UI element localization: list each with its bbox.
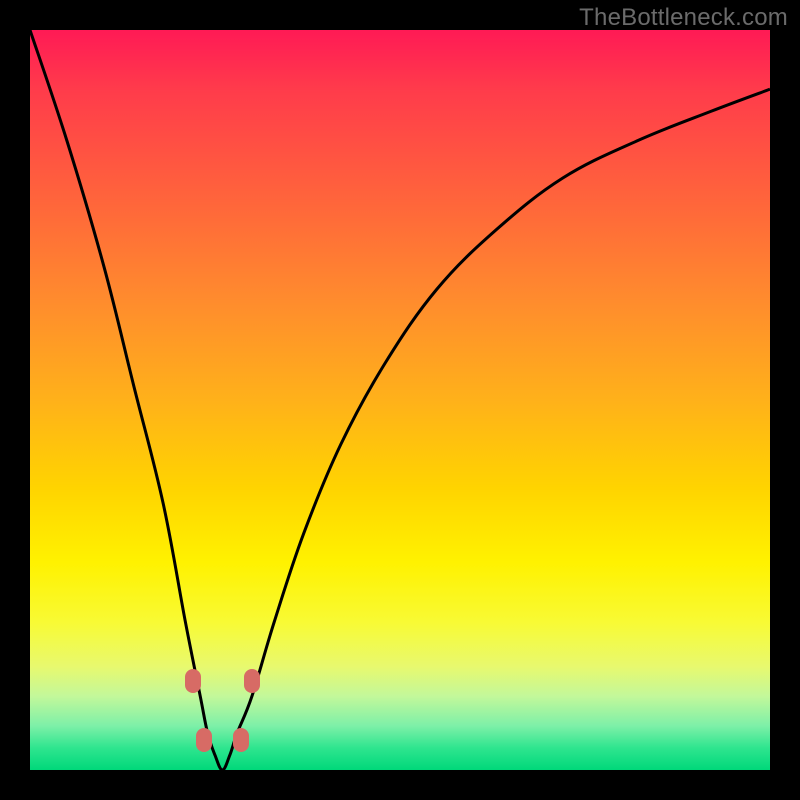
bottleneck-curve (30, 30, 770, 770)
chart-frame: TheBottleneck.com (0, 0, 800, 800)
curve-marker (196, 728, 212, 752)
plot-area (30, 30, 770, 770)
curve-marker (244, 669, 260, 693)
curve-path (30, 30, 770, 770)
curve-marker (233, 728, 249, 752)
attribution-label: TheBottleneck.com (579, 4, 788, 32)
curve-marker (185, 669, 201, 693)
